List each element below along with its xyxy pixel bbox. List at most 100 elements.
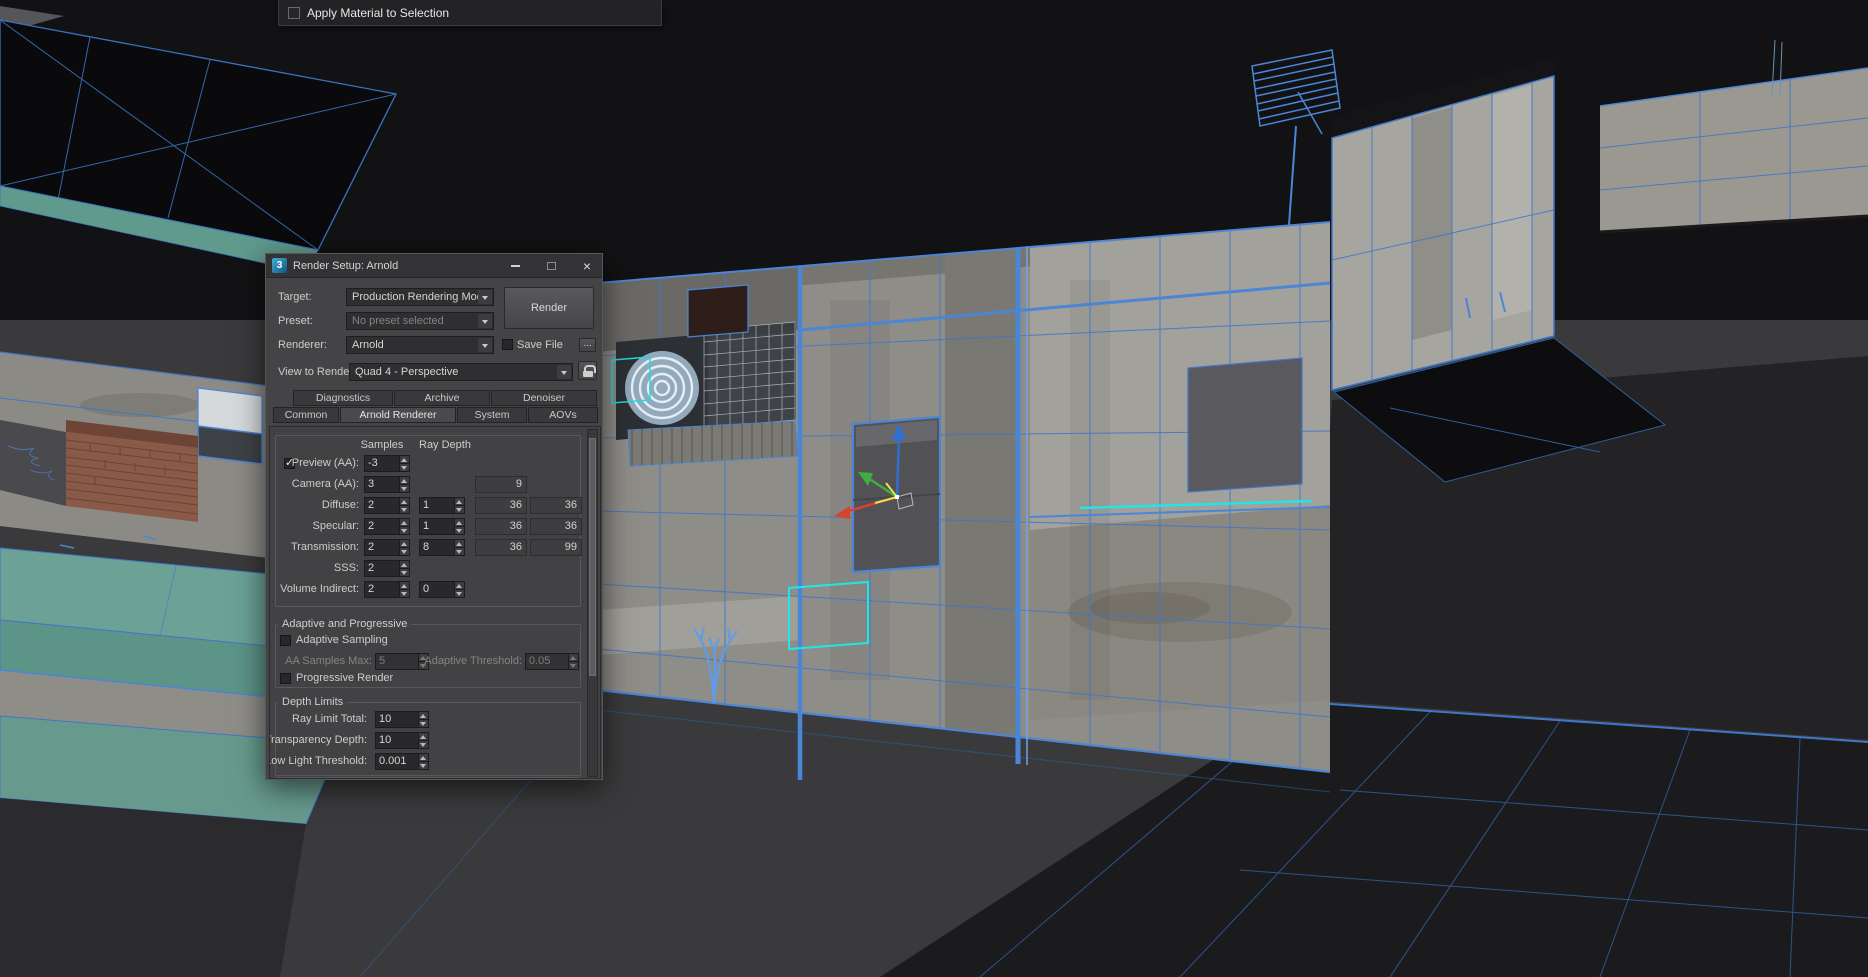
spinner-arrows-icon[interactable] (399, 456, 409, 471)
save-file-checkbox[interactable] (502, 339, 513, 350)
dialog-titlebar[interactable]: 3 Render Setup: Arnold × (266, 254, 602, 278)
chevron-down-icon (478, 314, 492, 328)
specular-label: Specular: (312, 520, 359, 532)
render-setup-dialog: 3 Render Setup: Arnold × Target: Product… (265, 253, 603, 780)
transparency-depth-label: Transparency Depth: (269, 734, 367, 746)
max-viewport[interactable]: Apply Material to Selection 3 Render Set… (0, 0, 1868, 977)
maximize-icon (546, 261, 556, 270)
spinner-arrows-icon[interactable] (399, 540, 409, 555)
adaptive-sampling-label: Adaptive Sampling (296, 634, 388, 646)
apply-material-label: Apply Material to Selection (307, 5, 450, 20)
transparency-depth-spinner[interactable]: 10 (375, 732, 429, 749)
camera-aa-spinner[interactable]: 3 (364, 476, 410, 493)
depth-limits-group-title: Depth Limits (278, 696, 348, 708)
diffuse-samples-spinner[interactable]: 2 (364, 497, 410, 514)
view-to-render-label: View to Render: (278, 366, 357, 378)
renderer-label: Renderer: (278, 339, 327, 351)
preview-aa-spinner[interactable]: -3 (364, 455, 410, 472)
close-icon: × (582, 257, 592, 274)
tab-archive[interactable]: Archive (394, 390, 490, 406)
spinner-arrows-icon[interactable] (399, 519, 409, 534)
sss-label: SSS: (333, 562, 359, 574)
spinner-arrows-icon[interactable] (568, 654, 578, 669)
volume-depth-spinner[interactable]: 0 (419, 581, 465, 598)
adaptive-threshold-spinner[interactable]: 0.05 (525, 653, 579, 670)
spinner-arrows-icon[interactable] (454, 540, 464, 555)
preview-aa-label: Preview (AA): (291, 457, 359, 469)
panel-scrollbar[interactable] (587, 429, 598, 777)
volume-indirect-label: Volume Indirect: (280, 583, 359, 595)
renderer-dropdown[interactable]: Arnold (346, 336, 494, 354)
diffuse-label: Diffuse: (321, 499, 359, 511)
specular-samples-spinner[interactable]: 2 (364, 518, 410, 535)
diffuse-total2-field: 36 (530, 497, 582, 514)
adaptive-threshold-label: Adaptive Threshold: (424, 655, 522, 667)
minimize-icon (510, 264, 520, 267)
next-rollout-partial (275, 777, 581, 778)
spinner-arrows-icon[interactable] (399, 498, 409, 513)
aa-samples-max-label: AA Samples Max: (285, 655, 372, 667)
adaptive-group-title: Adaptive and Progressive (278, 618, 412, 630)
preset-label: Preset: (278, 315, 313, 327)
spinner-arrows-icon[interactable] (454, 519, 464, 534)
render-button[interactable]: Render (504, 287, 594, 329)
progressive-render-label: Progressive Render (296, 672, 394, 684)
apply-material-checkbox[interactable] (288, 6, 300, 19)
transmission-total1-field: 36 (475, 539, 527, 556)
scrollbar-thumb[interactable] (589, 438, 596, 676)
tab-denoiser[interactable]: Denoiser (491, 390, 597, 406)
chevron-down-icon (557, 365, 571, 379)
save-file-label: Save File (517, 339, 563, 351)
transmission-samples-spinner[interactable]: 2 (364, 539, 410, 556)
spinner-arrows-icon[interactable] (399, 582, 409, 597)
apply-material-bar: Apply Material to Selection (278, 0, 662, 26)
save-file-browse-button[interactable]: ... (579, 338, 596, 352)
spinner-arrows-icon[interactable] (399, 561, 409, 576)
tab-arnold-renderer[interactable]: Arnold Renderer (340, 407, 456, 423)
transmission-label: Transmission: (290, 541, 359, 553)
sss-samples-spinner[interactable]: 2 (364, 560, 410, 577)
dialog-title: Render Setup: Arnold (293, 259, 399, 272)
tab-row-2: Common Arnold Renderer System AOVs (273, 407, 599, 423)
transmission-total2-field: 99 (530, 539, 582, 556)
minimize-button[interactable] (500, 254, 530, 277)
volume-samples-spinner[interactable]: 2 (364, 581, 410, 598)
lock-view-button[interactable] (578, 361, 597, 380)
3dsmax-logo-icon: 3 (272, 258, 287, 273)
adaptive-sampling-checkbox[interactable] (280, 635, 291, 646)
spinner-arrows-icon[interactable] (454, 582, 464, 597)
diffuse-depth-spinner[interactable]: 1 (419, 497, 465, 514)
specular-total1-field: 36 (475, 518, 527, 535)
progressive-render-checkbox[interactable] (280, 673, 291, 684)
tab-common[interactable]: Common (273, 407, 339, 423)
tab-diagnostics[interactable]: Diagnostics (293, 390, 393, 406)
samples-column-header: Samples (360, 439, 404, 451)
ray-depth-column-header: Ray Depth (419, 439, 471, 451)
spinner-arrows-icon[interactable] (399, 477, 409, 492)
preset-dropdown[interactable]: No preset selected (346, 312, 494, 330)
spinner-arrows-icon[interactable] (418, 754, 428, 769)
diffuse-total1-field: 36 (475, 497, 527, 514)
camera-total-field: 9 (475, 476, 527, 493)
chevron-down-icon (478, 338, 492, 352)
low-light-threshold-spinner[interactable]: 0.001 (375, 753, 429, 770)
maximize-button[interactable] (536, 254, 566, 277)
spinner-arrows-icon[interactable] (418, 712, 428, 727)
ray-limit-total-spinner[interactable]: 10 (375, 711, 429, 728)
spinner-arrows-icon[interactable] (454, 498, 464, 513)
tab-row-1: Diagnostics Archive Denoiser (293, 390, 598, 406)
spinner-arrows-icon[interactable] (418, 733, 428, 748)
tab-system[interactable]: System (457, 407, 527, 423)
view-to-render-dropdown[interactable]: Quad 4 - Perspective (349, 363, 573, 381)
camera-aa-label: Camera (AA): (291, 478, 359, 490)
transmission-depth-spinner[interactable]: 8 (419, 539, 465, 556)
specular-depth-spinner[interactable]: 1 (419, 518, 465, 535)
specular-total2-field: 36 (530, 518, 582, 535)
target-label: Target: (278, 291, 312, 303)
close-button[interactable]: × (572, 254, 602, 277)
low-light-threshold-label: Low Light Threshold: (269, 755, 367, 767)
arnold-renderer-panel: Samples Ray Depth Preview (AA): -3 Camer… (269, 426, 601, 779)
chevron-down-icon (478, 290, 492, 304)
tab-aovs[interactable]: AOVs (528, 407, 598, 423)
target-dropdown[interactable]: Production Rendering Mode (346, 288, 494, 306)
